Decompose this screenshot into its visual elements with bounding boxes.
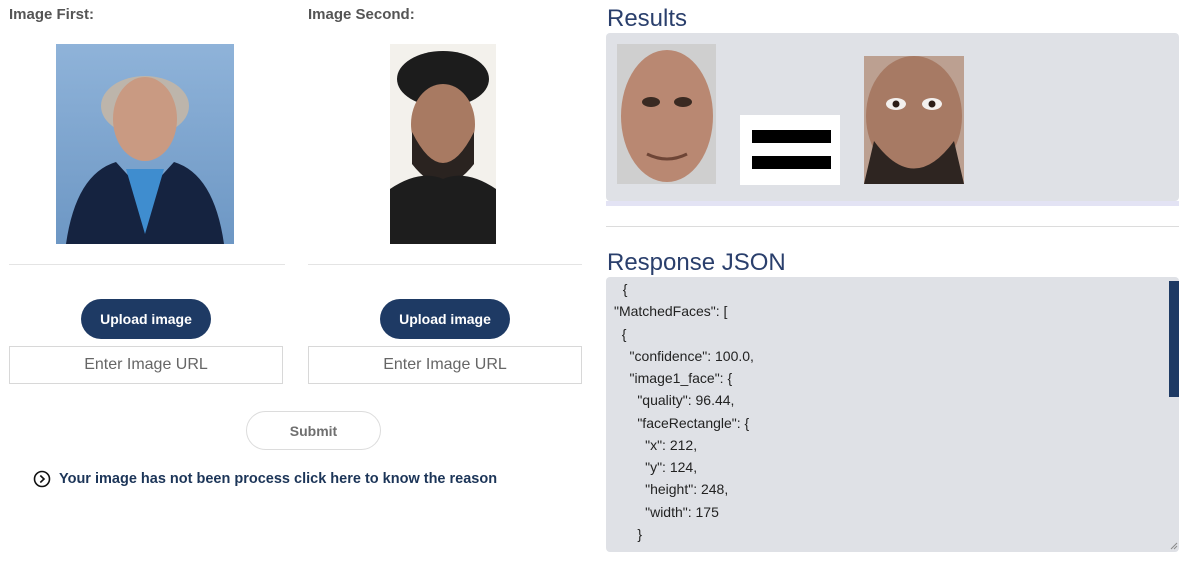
json-line: "confidence": 100.0, (614, 348, 754, 364)
response-json-textarea[interactable]: { "MatchedFaces": [ { "confidence": 100.… (606, 277, 1179, 552)
json-line: "quality": 96.44, (614, 392, 735, 408)
image-second-label: Image Second: (308, 6, 415, 23)
upload-image-first-button[interactable]: Upload image (81, 299, 211, 339)
resize-handle-icon[interactable] (1170, 542, 1178, 550)
json-line: } (614, 526, 643, 542)
results-title: Results (607, 5, 688, 32)
json-line: { (614, 326, 627, 342)
result-face-first (617, 44, 716, 184)
json-line: "width": 175 (614, 504, 719, 520)
match-bar-top (752, 130, 831, 143)
match-bar-bottom (752, 156, 831, 169)
json-line: "MatchedFaces": [ (614, 303, 728, 319)
json-line: "x": 212, (614, 437, 698, 453)
results-divider (606, 226, 1179, 227)
reason-link[interactable]: Your image has not been process click he… (33, 470, 497, 488)
submit-button[interactable]: Submit (246, 411, 381, 450)
match-indicator (740, 115, 840, 185)
json-line: { (615, 281, 628, 297)
image-second-url-input[interactable] (308, 346, 582, 384)
upload-image-second-button[interactable]: Upload image (380, 299, 510, 339)
image-first-photo (56, 44, 234, 244)
json-line: "y": 124, (614, 459, 698, 475)
json-line: "faceRectangle": { (614, 415, 750, 431)
json-line: "height": 248, (614, 481, 729, 497)
middle-divider (308, 264, 582, 265)
response-json-title: Response JSON (607, 249, 786, 276)
image-second-photo (390, 44, 496, 244)
image-first-label: Image First: (9, 6, 95, 23)
result-face-second (864, 56, 964, 184)
json-line: "image1_face": { (614, 370, 733, 386)
left-divider (9, 264, 285, 265)
results-panel-border (606, 201, 1179, 206)
image-first-url-input[interactable] (9, 346, 283, 384)
chevron-circle-right-icon (33, 470, 51, 488)
reason-link-text: Your image has not been process click he… (59, 471, 498, 487)
json-scrollbar-thumb[interactable] (1169, 281, 1179, 397)
